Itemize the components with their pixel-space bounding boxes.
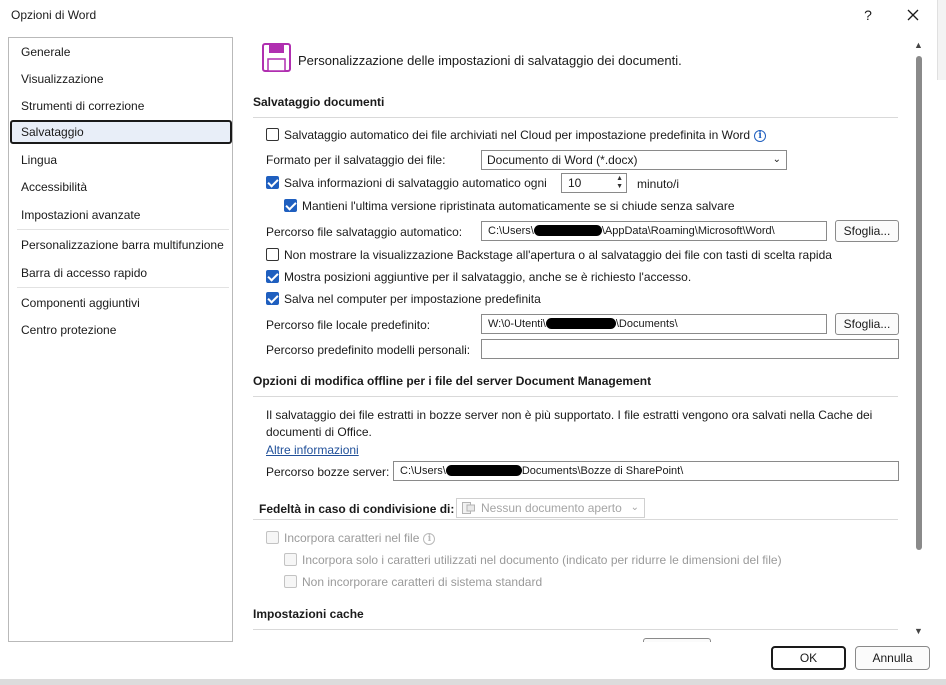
save-computer-checkbox[interactable]: [266, 292, 279, 305]
autorecover-path-prefix: C:\Users\: [488, 225, 534, 237]
browse-local-button[interactable]: Sfoglia...: [835, 313, 899, 335]
sidebar-item-visualizzazione[interactable]: Visualizzazione: [10, 67, 232, 91]
drafts-path-suffix: Documents\Bozze di SharePoint\: [521, 465, 684, 477]
redaction-mark: [533, 224, 602, 236]
format-label: Formato per il salvataggio dei file:: [266, 153, 446, 167]
chevron-down-icon: ⌄: [772, 154, 781, 165]
fidelity-document-select[interactable]: Nessun documento aperto ⌄: [456, 498, 645, 518]
drafts-path-input[interactable]: C:\Users\ Documents\Bozze di SharePoint\: [393, 461, 899, 481]
no-backstage-label: Non mostrare la visualizzazione Backstag…: [284, 248, 832, 262]
section-divider: [253, 396, 898, 397]
scroll-up-icon[interactable]: ▲: [914, 40, 923, 50]
autosave-cloud-label: Salvataggio automatico dei file archivia…: [284, 128, 751, 142]
scrollbar-thumb[interactable]: [916, 56, 922, 550]
sidebar-item-salvataggio[interactable]: Salvataggio: [10, 120, 232, 144]
show-locations-checkbox[interactable]: [266, 270, 279, 283]
scroll-down-icon[interactable]: ▼: [914, 626, 923, 636]
autorecover-minutes-stepper[interactable]: 10 ▲ ▼: [561, 173, 627, 193]
embed-used-label: Incorpora solo i caratteri utilizzati ne…: [302, 553, 782, 567]
ok-button[interactable]: OK: [771, 646, 846, 670]
bottom-edge: [0, 679, 946, 685]
section-divider: [253, 117, 898, 118]
embed-used-checkbox[interactable]: [284, 553, 297, 566]
sidebar: Generale Visualizzazione Strumenti di co…: [8, 37, 233, 642]
section-title-salvataggio: Salvataggio documenti: [253, 95, 385, 109]
autorecover-label: Salva informazioni di salvataggio automa…: [284, 176, 547, 190]
embed-fonts-label: Incorpora caratteri nel file: [284, 531, 420, 545]
save-format-select[interactable]: Documento di Word (*.docx) ⌄: [481, 150, 787, 170]
templates-path-input[interactable]: [481, 339, 899, 359]
templates-path-label: Percorso predefinito modelli personali:: [266, 343, 471, 357]
sidebar-item-strumenti-correzione[interactable]: Strumenti di correzione: [10, 94, 232, 118]
browse-autorecover-button[interactable]: Sfoglia...: [835, 220, 899, 242]
keep-last-version-label: Mantieni l'ultima versione ripristinata …: [302, 199, 735, 213]
autosave-cloud-checkbox[interactable]: [266, 128, 279, 141]
section-divider: [253, 629, 898, 630]
section-title-cache: Impostazioni cache: [253, 607, 364, 621]
close-button[interactable]: [898, 3, 928, 27]
drafts-path-label: Percorso bozze server:: [266, 465, 390, 479]
local-path-suffix: \Documents\: [615, 318, 678, 330]
sidebar-item-generale[interactable]: Generale: [10, 40, 232, 64]
cancel-button[interactable]: Annulla: [855, 646, 930, 670]
sidebar-item-impostazioni-avanzate[interactable]: Impostazioni avanzate: [10, 203, 232, 227]
redaction-mark: [445, 464, 522, 476]
main-content: Personalizzazione delle impostazioni di …: [245, 37, 909, 642]
local-path-prefix: W:\0-Utenti\: [488, 318, 546, 330]
help-button[interactable]: ?: [854, 3, 882, 27]
page-header: Personalizzazione delle impostazioni di …: [298, 53, 682, 68]
sidebar-item-accessibilita[interactable]: Accessibilità: [10, 175, 232, 199]
local-path-input[interactable]: W:\0-Utenti\ \Documents\: [481, 314, 827, 334]
keep-last-version-checkbox[interactable]: [284, 199, 297, 212]
section-title-offline: Opzioni di modifica offline per i file d…: [253, 374, 652, 388]
sidebar-item-barra-accesso-rapido[interactable]: Barra di accesso rapido: [10, 261, 232, 285]
embed-fonts-checkbox[interactable]: [266, 531, 279, 544]
no-backstage-checkbox[interactable]: [266, 248, 279, 261]
sidebar-divider: [17, 287, 229, 288]
section-title-fidelity: Fedeltà in caso di condivisione di:: [259, 502, 455, 516]
more-info-link[interactable]: Altre informazioni: [266, 443, 359, 457]
background-window-edge: [937, 0, 946, 80]
save-icon: [262, 43, 291, 72]
autorecover-unit: minuto/i: [637, 177, 680, 191]
no-system-fonts-checkbox[interactable]: [284, 575, 297, 588]
cache-button-partial[interactable]: [643, 638, 711, 642]
sidebar-item-componenti-aggiuntivi[interactable]: Componenti aggiuntivi: [10, 291, 232, 315]
save-computer-label: Salva nel computer per impostazione pred…: [284, 292, 541, 306]
window-title: Opzioni di Word: [11, 8, 97, 22]
autorecover-path-suffix: \AppData\Roaming\Microsoft\Word\: [601, 225, 775, 237]
save-format-value: Documento di Word (*.docx): [487, 153, 638, 167]
drafts-path-prefix: C:\Users\: [400, 465, 446, 477]
content-scrollbar[interactable]: ▲ ▼: [912, 37, 926, 642]
autorecover-checkbox[interactable]: [266, 176, 279, 189]
autorecover-path-input[interactable]: C:\Users\ \AppData\Roaming\Microsoft\Word…: [481, 221, 827, 241]
title-bar: Opzioni di Word ?: [0, 0, 946, 32]
chevron-down-icon: ⌄: [630, 502, 639, 513]
show-locations-label: Mostra posizioni aggiuntive per il salva…: [284, 270, 692, 284]
spin-arrows-icon[interactable]: ▲ ▼: [616, 174, 623, 191]
local-path-label: Percorso file locale predefinito:: [266, 318, 431, 332]
section-divider: [253, 519, 898, 520]
sidebar-item-centro-protezione[interactable]: Centro protezione: [10, 318, 232, 342]
sidebar-item-personalizzazione-barra[interactable]: Personalizzazione barra multifunzione: [10, 233, 232, 257]
autorecover-minutes-value: 10: [568, 176, 582, 190]
sidebar-divider: [17, 229, 229, 230]
offline-description: Il salvataggio dei file estratti in bozz…: [266, 408, 873, 439]
autosave-cloud-row: Salvataggio automatico dei file archivia…: [284, 128, 767, 142]
document-icon: [462, 502, 475, 514]
embed-fonts-row: Incorpora caratteri nel file i: [284, 531, 436, 545]
redaction-mark: [545, 317, 616, 329]
info-icon: i: [423, 532, 436, 545]
close-icon: [907, 9, 919, 21]
sidebar-item-lingua[interactable]: Lingua: [10, 148, 232, 172]
info-icon[interactable]: i: [754, 129, 767, 142]
autorecover-path-label: Percorso file salvataggio automatico:: [266, 225, 463, 239]
fidelity-document-value: Nessun documento aperto: [481, 501, 622, 515]
no-system-fonts-label: Non incorporare caratteri di sistema sta…: [302, 575, 543, 589]
